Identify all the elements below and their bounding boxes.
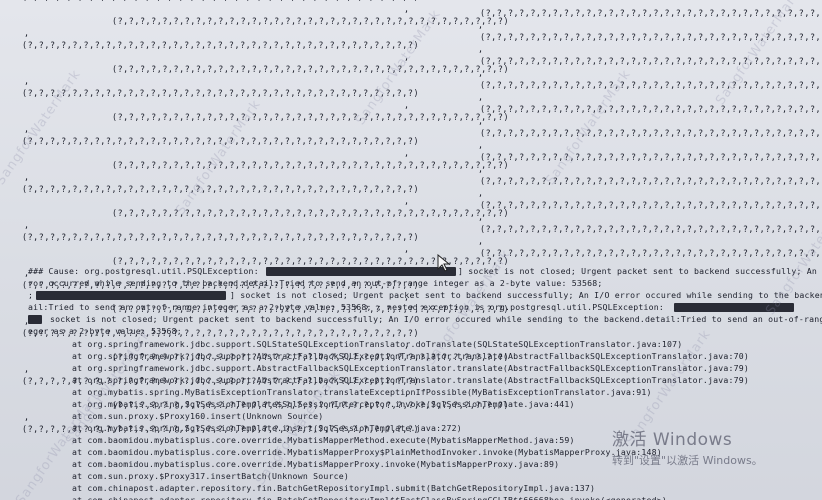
separator-comma: , xyxy=(404,4,410,14)
placeholder-tuple: (?,?,?,?,?,?,?,?,?,?,?,?,?,?,?,?,?,?,?,?… xyxy=(480,224,822,234)
stack-frame-line: at org.springframework.jdbc.support.SQLS… xyxy=(72,339,683,349)
placeholder-tuple: (?,?,?,?,?,?,?,?,?,?,?,?,?,?,?,?,?,?,?,?… xyxy=(480,176,822,186)
separator-comma: , xyxy=(24,220,30,230)
exception-cause-line: eger as a 2-byte value: 53568; xyxy=(28,326,182,336)
separator-comma: , xyxy=(478,92,484,102)
separator-comma: , xyxy=(24,364,30,374)
separator-comma: , xyxy=(24,172,30,182)
placeholder-tuple: (?,?,?,?,?,?,?,?,?,?,?,?,?,?,?,?,?,?,?,?… xyxy=(112,160,510,170)
activation-title: 激活 Windows xyxy=(612,430,733,450)
stack-frame-line: at org.mybatis.spring.SqlSessionTemplate… xyxy=(72,423,462,433)
placeholder-tuple: (?,?,?,?,?,?,?,?,?,?,?,?,?,?,?,?,?,?,?,?… xyxy=(112,208,510,218)
placeholder-tuple: (?,?,?,?,?,?,?,?,?,?,?,?,?,?,?,?,?,?,?,?… xyxy=(22,232,420,242)
separator-comma: , xyxy=(478,188,484,198)
placeholder-tuple: (?,?,?,?,?,?,?,?,?,?,?,?,?,?,?,?,?,?,?,?… xyxy=(480,56,822,66)
separator-comma: , xyxy=(24,28,30,38)
stack-frame-line: at com.chinapost.adapter.repository.fin.… xyxy=(72,495,667,500)
separator-comma: , xyxy=(478,68,484,78)
placeholder-tuple: (?,?,?,?,?,?,?,?,?,?,?,?,?,?,?,?,?,?,?,?… xyxy=(480,104,822,114)
stack-frame-line: at org.springframework.jdbc.support.Abst… xyxy=(72,363,750,373)
separator-comma: , xyxy=(478,116,484,126)
activation-subtitle: 转到"设置"以激活 Windows。 xyxy=(612,454,763,467)
separator-comma: , xyxy=(478,212,484,222)
placeholder-tuple: (?,?,?,?,?,?,?,?,?,?,?,?,?,?,?,?,?,?,?,?… xyxy=(112,112,510,122)
separator-comma: , xyxy=(404,148,410,158)
separator-comma: , xyxy=(24,76,30,86)
placeholder-tuple: (?,?,?,?,?,?,?,?,?,?,?,?,?,?,?,?,?,?,?,?… xyxy=(112,64,510,74)
separator-comma: , xyxy=(478,20,484,30)
separator-comma: , xyxy=(478,44,484,54)
exception-cause-line: ### Cause: org.postgresql.util.PSQLExcep… xyxy=(28,266,259,276)
exception-cause-line: ror occurred while sending to the backen… xyxy=(28,278,603,288)
separator-comma: , xyxy=(24,412,30,422)
placeholder-tuple: (?,?,?,?,?,?,?,?,?,?,?,?,?,?,?,?,?,?,?,?… xyxy=(480,200,822,210)
separator-comma: , xyxy=(404,244,410,254)
separator-comma: , xyxy=(478,236,484,246)
placeholder-tuple: (?,?,?,?,?,?,?,?,?,?,?,?,?,?,?,?,?,?,?,?… xyxy=(480,80,822,90)
stack-frame-line: at com.chinapost.adapter.repository.fin.… xyxy=(72,483,596,493)
stack-frame-line: at org.springframework.jdbc.support.Abst… xyxy=(72,375,750,385)
redacted-block xyxy=(36,291,226,300)
redacted-block xyxy=(266,267,456,276)
placeholder-tuple: (?,?,?,?,?,?,?,?,?,?,?,?,?,?,?,?,?,?,?,?… xyxy=(112,16,510,26)
exception-cause-line: ] socket is not closed; Urgent packet se… xyxy=(458,266,822,276)
stack-frame-line: at com.baomidou.mybatisplus.core.overrid… xyxy=(72,447,662,457)
placeholder-tuple: (?,?,?,?,?,?,?,?,?,?,?,?,?,?,?,?,?,?,?,?… xyxy=(22,88,420,98)
windows-activation-notice: 激活 Windows 转到"设置"以激活 Windows。 xyxy=(612,425,763,468)
separator-comma: , xyxy=(404,100,410,110)
placeholder-tuple: (?,?,?,?,?,?,?,?,?,?,?,?,?,?,?,?,?,?,?,?… xyxy=(480,128,822,138)
separator-comma: , xyxy=(478,164,484,174)
separator-comma: , xyxy=(478,140,484,150)
exception-cause-line: socket is not closed; Urgent packet sent… xyxy=(50,314,822,324)
terminal-screen: (?,?,?,?,?,?,?,?,?,?,?,?,?,?,?,?,?,?,?,?… xyxy=(0,0,822,500)
stack-frame-line: at org.springframework.jdbc.support.Abst… xyxy=(72,351,750,361)
stack-frame-line: at com.baomidou.mybatisplus.core.overrid… xyxy=(72,435,575,445)
placeholder-tuple: (?,?,?,?,?,?,?,?,?,?,?,?,?,?,?,?,?,?,?,?… xyxy=(480,248,822,258)
stack-frame-line: at org.mybatis.spring.MyBatisExceptionTr… xyxy=(72,387,652,397)
redacted-block xyxy=(28,315,42,324)
placeholder-tuple: (?,?,?,?,?,?,?,?,?,?,?,?,?,?,?,?,?,?,?,?… xyxy=(22,40,420,50)
watermark-text: SangforWaterMark xyxy=(0,67,84,188)
placeholder-tuple: (?,?,?,?,?,?,?,?,?,?,?,?,?,?,?,?,?,?,?,?… xyxy=(22,184,420,194)
stack-frame-line: at com.baomidou.mybatisplus.core.overrid… xyxy=(72,459,560,469)
exception-cause-line: ail:Tried to send an out-of-range intege… xyxy=(28,302,665,312)
stack-frame-line: at com.sun.proxy.$Proxy160.insert(Unknow… xyxy=(72,411,324,421)
placeholder-tuple: (?,?,?,?,?,?,?,?,?,?,?,?,?,?,?,?,?,?,?,?… xyxy=(480,152,822,162)
mouse-pointer-icon xyxy=(437,254,451,272)
placeholder-tuple: (?,?,?,?,?,?,?,?,?,?,?,?,?,?,?,?,?,?,?,?… xyxy=(22,0,419,2)
stack-frame-line: at com.sun.proxy.$Proxy317.insertBatch(U… xyxy=(72,471,349,481)
exception-cause-line: ] socket is not closed; Urgent packet se… xyxy=(230,290,822,300)
separator-comma: , xyxy=(404,196,410,206)
